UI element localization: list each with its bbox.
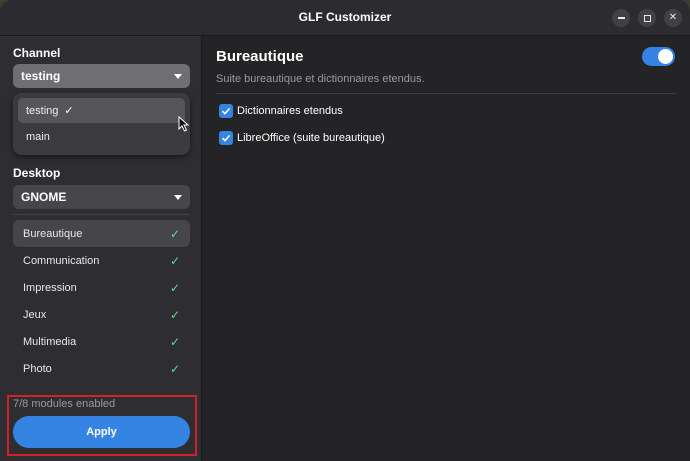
desktop-dropdown-value: GNOME <box>21 190 67 204</box>
channel-dropdown-value: testing <box>21 69 61 83</box>
module-item-bureautique[interactable]: Bureautique ✓ <box>13 220 190 247</box>
module-item-jeux[interactable]: Jeux ✓ <box>13 301 190 328</box>
minimize-icon <box>617 17 625 19</box>
close-button[interactable]: ✕ <box>664 9 682 27</box>
channel-option-testing[interactable]: testing ✓ <box>18 98 185 123</box>
checkbox-checked-icon[interactable] <box>219 104 233 118</box>
channel-option-label: main <box>26 130 50 143</box>
chevron-down-icon <box>174 194 182 200</box>
chevron-down-icon <box>174 73 182 79</box>
channel-popover: testing ✓ main <box>13 93 190 155</box>
close-icon: ✕ <box>668 12 678 23</box>
option-label: LibreOffice (suite bureautique) <box>237 132 385 144</box>
module-item-label: Photo <box>23 362 52 375</box>
minimize-button[interactable] <box>612 9 630 27</box>
option-label: Dictionnaires etendus <box>237 105 343 117</box>
desktop-dropdown[interactable]: GNOME <box>13 185 190 209</box>
check-icon: ✓ <box>169 281 180 295</box>
content-divider <box>216 93 676 94</box>
channel-option-label: testing <box>26 104 59 117</box>
check-icon: ✓ <box>169 362 180 376</box>
module-list: Bureautique ✓ Communication ✓ Impression… <box>13 220 190 382</box>
module-item-label: Jeux <box>23 308 47 321</box>
sidebar-divider <box>13 214 190 215</box>
module-title: Bureautique <box>216 48 304 65</box>
module-item-label: Communication <box>23 254 100 267</box>
title-bar: GLF Customizer ✕ <box>0 0 690 36</box>
module-item-communication[interactable]: Communication ✓ <box>13 247 190 274</box>
maximize-button[interactable] <box>638 9 656 27</box>
module-item-label: Impression <box>23 281 77 294</box>
channel-option-main[interactable]: main <box>18 124 185 149</box>
module-detail-panel: Bureautique Suite bureautique et diction… <box>203 36 690 461</box>
module-enable-toggle[interactable] <box>642 47 675 66</box>
desktop-label: Desktop <box>13 166 61 180</box>
check-icon: ✓ <box>169 308 180 322</box>
check-icon: ✓ <box>169 335 180 349</box>
module-item-multimedia[interactable]: Multimedia ✓ <box>13 328 190 355</box>
sidebar: Channel testing testing ✓ main Desktop G… <box>0 36 202 461</box>
module-item-label: Multimedia <box>23 335 77 348</box>
maximize-icon <box>643 14 651 22</box>
toggle-knob <box>658 49 673 64</box>
module-description: Suite bureautique et dictionnaires etend… <box>216 73 425 85</box>
module-item-photo[interactable]: Photo ✓ <box>13 355 190 382</box>
check-icon: ✓ <box>169 227 180 241</box>
checkbox-checked-icon[interactable] <box>219 131 233 145</box>
modules-status: 7/8 modules enabled <box>13 398 116 410</box>
app-window: GLF Customizer ✕ Channel testing testing… <box>0 0 690 461</box>
option-dictionnaires[interactable]: Dictionnaires etendus <box>219 103 343 119</box>
module-item-impression[interactable]: Impression ✓ <box>13 274 190 301</box>
window-title: GLF Customizer <box>298 10 392 24</box>
check-icon: ✓ <box>169 254 180 268</box>
module-item-label: Bureautique <box>23 227 83 240</box>
option-libreoffice[interactable]: LibreOffice (suite bureautique) <box>219 130 385 146</box>
channel-dropdown[interactable]: testing <box>13 64 190 88</box>
apply-button[interactable]: Apply <box>13 416 190 448</box>
mouse-pointer-icon <box>178 116 190 132</box>
check-icon: ✓ <box>64 105 74 117</box>
channel-label: Channel <box>13 46 61 60</box>
